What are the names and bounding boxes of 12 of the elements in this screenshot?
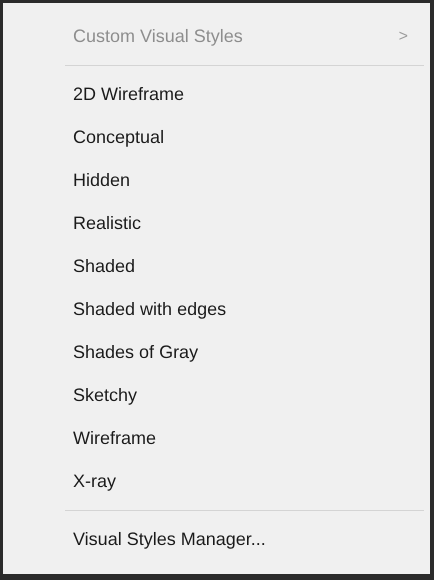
menu-item[interactable]: Visual Styles Manager...: [3, 518, 430, 561]
menu-item[interactable]: Shaded: [3, 245, 430, 288]
menu-item[interactable]: 2D Wireframe: [3, 73, 430, 116]
menu-item[interactable]: Shades of Gray: [3, 331, 430, 374]
menu-item[interactable]: Shaded with edges: [3, 288, 430, 331]
menu-item[interactable]: Sketchy: [3, 374, 430, 417]
menu-item[interactable]: Hidden: [3, 159, 430, 202]
menu-item[interactable]: Wireframe: [3, 417, 430, 460]
menu-item[interactable]: Realistic: [3, 202, 430, 245]
menu-item[interactable]: X-ray: [3, 460, 430, 503]
menu-item[interactable]: Conceptual: [3, 116, 430, 159]
chevron-icon: >: [398, 24, 408, 48]
